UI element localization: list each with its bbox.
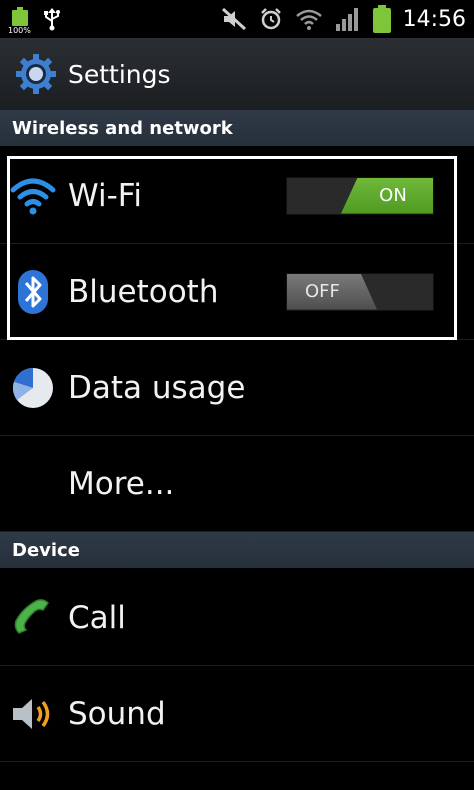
settings-item-label: More... — [68, 465, 175, 502]
clock: 14:56 — [402, 6, 466, 32]
settings-item-label: Data usage — [68, 369, 246, 406]
section-header-wireless: Wireless and network — [0, 110, 474, 146]
alarm-icon — [260, 8, 281, 30]
settings-item-sound[interactable]: Sound — [0, 666, 474, 762]
wifi-icon — [10, 173, 56, 219]
section-title: Wireless and network — [12, 117, 233, 139]
page-title: Settings — [68, 59, 171, 89]
usb-icon — [44, 8, 60, 31]
settings-item-label: Call — [68, 599, 126, 636]
speaker-icon — [10, 691, 56, 737]
settings-item-data-usage[interactable]: Data usage — [0, 340, 474, 436]
settings-item-bluetooth[interactable]: Bluetooth OFF — [0, 244, 474, 340]
settings-item-label: Wi-Fi — [68, 177, 142, 214]
bluetooth-icon — [10, 269, 56, 315]
cell-signal-icon — [335, 8, 358, 31]
settings-item-label: Bluetooth — [68, 273, 219, 310]
battery-icon: 100% — [8, 7, 31, 35]
pie-chart-icon — [10, 365, 56, 411]
section-title: Device — [12, 539, 80, 561]
section-header-device: Device — [0, 532, 474, 568]
phone-icon — [10, 595, 56, 641]
settings-item-more[interactable]: More... — [0, 436, 474, 532]
battery-full-icon — [372, 5, 391, 33]
battery-percent: 100% — [8, 26, 31, 35]
wifi-signal-icon — [295, 9, 322, 30]
settings-gear-icon — [16, 54, 56, 94]
toggle-state-label: OFF — [305, 281, 340, 302]
settings-item-call[interactable]: Call — [0, 570, 474, 666]
bluetooth-toggle[interactable]: OFF — [286, 272, 434, 311]
status-bar: 100% 14:56 — [0, 0, 474, 38]
settings-item-label: Sound — [68, 695, 166, 732]
wifi-toggle[interactable]: ON — [286, 176, 434, 215]
title-bar: Settings — [0, 38, 474, 111]
mute-icon — [221, 7, 246, 31]
toggle-state-label: ON — [379, 185, 407, 206]
settings-item-wifi[interactable]: Wi-Fi ON — [0, 148, 474, 244]
